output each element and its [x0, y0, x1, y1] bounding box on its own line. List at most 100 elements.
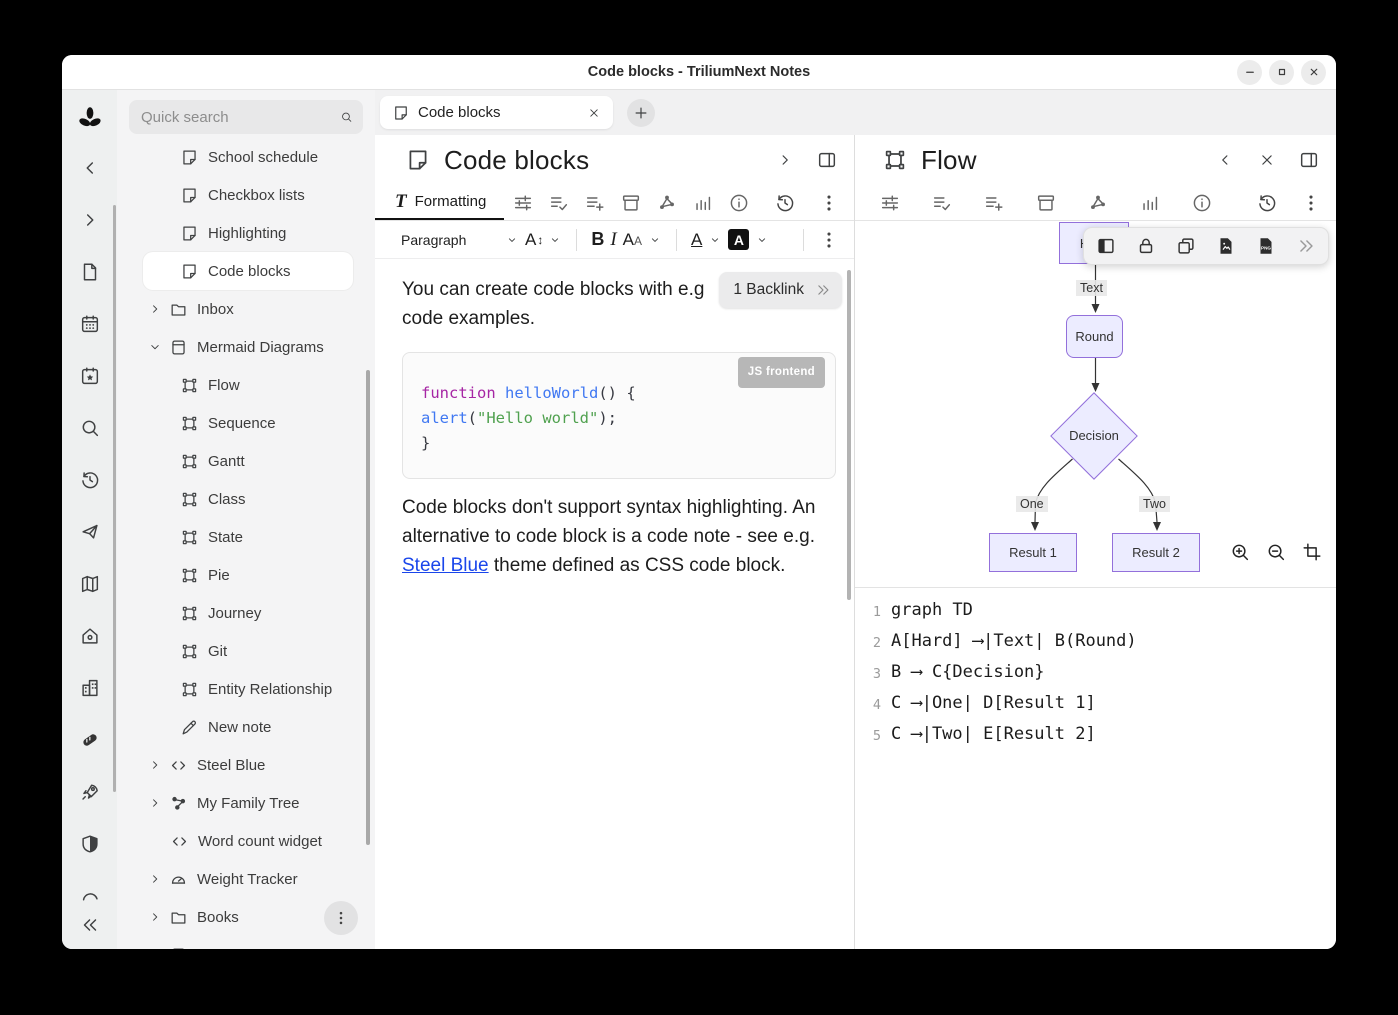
- text-case-dropdown[interactable]: AA: [623, 230, 662, 250]
- tree-actions-button[interactable]: [324, 901, 358, 935]
- tree-item-highlighting[interactable]: Highlighting: [143, 214, 353, 252]
- note-title[interactable]: Code blocks: [444, 145, 756, 176]
- tree-scrollbar[interactable]: [366, 370, 370, 845]
- inherited-attributes-button[interactable]: [584, 192, 606, 214]
- tree-item-steel-blue[interactable]: Steel Blue: [143, 746, 353, 784]
- owned-attributes-button[interactable]: [931, 192, 953, 214]
- background-color-dropdown[interactable]: A: [728, 229, 769, 250]
- expand-ribbon-button[interactable]: [772, 147, 798, 173]
- bold-button[interactable]: B: [591, 229, 604, 250]
- tree-item-gantt[interactable]: Gantt: [143, 442, 353, 480]
- launcher-scrollbar[interactable]: [113, 205, 116, 792]
- jump-forward-button[interactable]: [78, 208, 102, 232]
- font-color-dropdown[interactable]: A: [691, 230, 722, 250]
- quick-search[interactable]: [129, 100, 363, 134]
- chevron-right-icon[interactable]: [147, 948, 163, 949]
- node-result-2[interactable]: Result 2: [1112, 533, 1200, 572]
- maximize-button[interactable]: [1269, 60, 1294, 85]
- tab-code-blocks[interactable]: Code blocks: [380, 96, 613, 129]
- tree-item-my-family-tree[interactable]: My Family Tree: [143, 784, 353, 822]
- toolbar-expand-button[interactable]: [1295, 235, 1317, 257]
- note-info-button[interactable]: [1191, 192, 1213, 214]
- buildings-button[interactable]: [78, 676, 102, 700]
- note-map-button[interactable]: [656, 192, 678, 214]
- note-content[interactable]: You can create code blocks with e.g code…: [375, 259, 854, 949]
- tree-item-sequence[interactable]: Sequence: [143, 404, 353, 442]
- content-scrollbar[interactable]: [847, 270, 851, 600]
- tree-item-git[interactable]: Git: [143, 632, 353, 670]
- chevron-down-icon[interactable]: [147, 340, 163, 354]
- tree-item-state[interactable]: State: [143, 518, 353, 556]
- basic-properties-button[interactable]: [512, 192, 534, 214]
- backlink-button[interactable]: 1 Backlink: [719, 272, 842, 308]
- calendar-button[interactable]: [78, 312, 102, 336]
- chevron-right-icon[interactable]: [147, 758, 163, 772]
- new-note-button[interactable]: [78, 260, 102, 284]
- tree-item-word-count-widget[interactable]: Word count widget: [143, 822, 353, 860]
- lock-button[interactable]: [1135, 235, 1157, 257]
- close-pane-button[interactable]: [1254, 147, 1280, 173]
- node-result-1[interactable]: Result 1: [989, 533, 1077, 572]
- minimize-button[interactable]: [1237, 60, 1262, 85]
- toolbar-more-button[interactable]: [818, 229, 840, 251]
- note-menu-button[interactable]: [818, 192, 840, 214]
- revisions-button[interactable]: [1256, 192, 1278, 214]
- chevron-right-icon[interactable]: [147, 872, 163, 886]
- split-pane-button[interactable]: [1296, 147, 1322, 173]
- tab-close-icon[interactable]: [585, 104, 603, 122]
- send-button[interactable]: [78, 520, 102, 544]
- fit-to-screen-button[interactable]: [1301, 541, 1323, 563]
- revisions-button[interactable]: [774, 192, 796, 214]
- export-svg-button[interactable]: [1215, 235, 1237, 257]
- chevron-right-icon[interactable]: [147, 910, 163, 924]
- note-map-button[interactable]: [1087, 192, 1109, 214]
- search-button[interactable]: [78, 416, 102, 440]
- mermaid-title[interactable]: Flow: [921, 145, 1196, 176]
- note-menu-button[interactable]: [1300, 192, 1322, 214]
- tree-item-books[interactable]: Books: [143, 898, 353, 936]
- chevron-right-icon[interactable]: [147, 302, 163, 316]
- font-size-dropdown[interactable]: A↕: [525, 230, 562, 250]
- paragraph-style-dropdown[interactable]: Paragraph: [401, 232, 519, 248]
- close-button[interactable]: [1301, 60, 1326, 85]
- tree-item-weight-tracker[interactable]: Weight Tracker: [143, 860, 353, 898]
- new-tab-button[interactable]: [627, 99, 655, 127]
- tree-item-inbox[interactable]: Inbox: [143, 290, 353, 328]
- tree-item-checkbox-lists[interactable]: Checkbox lists: [143, 176, 353, 214]
- collapse-tree-button[interactable]: [78, 156, 102, 180]
- tree-item-statistics[interactable]: Statistics: [143, 936, 353, 949]
- mermaid-diagram[interactable]: Hard Text Round Decision One Two Result …: [855, 221, 1336, 587]
- tree-item-code-blocks[interactable]: Code blocks: [143, 252, 353, 290]
- tree-item-entity-relationship[interactable]: Entity Relationship: [143, 670, 353, 708]
- toggle-editor-panel-button[interactable]: [1095, 235, 1117, 257]
- italic-button[interactable]: I: [610, 229, 616, 251]
- node-round[interactable]: Round: [1066, 315, 1123, 358]
- move-pane-left-button[interactable]: [1212, 147, 1238, 173]
- quick-search-input[interactable]: [141, 109, 340, 126]
- similar-notes-button[interactable]: [1139, 192, 1161, 214]
- mermaid-source-editor[interactable]: 1graph TD 2A[Hard] ⟶|Text| B(Round) 3B ⟶…: [855, 587, 1336, 949]
- zoom-out-button[interactable]: [1265, 541, 1287, 563]
- tree-item-pie[interactable]: Pie: [143, 556, 353, 594]
- tab-formatting[interactable]: T Formatting: [375, 185, 504, 220]
- note-paths-button[interactable]: [1035, 192, 1057, 214]
- tree-item-flow[interactable]: Flow: [143, 366, 353, 404]
- recent-changes-button[interactable]: [78, 468, 102, 492]
- zoom-in-button[interactable]: [1229, 541, 1251, 563]
- rocket-button[interactable]: [78, 780, 102, 804]
- copy-image-button[interactable]: [1175, 235, 1197, 257]
- map-button[interactable]: [78, 572, 102, 596]
- tree-item-journey[interactable]: Journey: [143, 594, 353, 632]
- inherited-attributes-button[interactable]: [983, 192, 1005, 214]
- today-button[interactable]: [78, 364, 102, 388]
- note-paths-button[interactable]: [620, 192, 642, 214]
- basic-properties-button[interactable]: [879, 192, 901, 214]
- similar-notes-button[interactable]: [692, 192, 714, 214]
- tree-item-class[interactable]: Class: [143, 480, 353, 518]
- home-button[interactable]: [78, 624, 102, 648]
- split-pane-button[interactable]: [814, 147, 840, 173]
- steel-blue-link[interactable]: Steel Blue: [402, 555, 489, 576]
- chevron-right-icon[interactable]: [147, 796, 163, 810]
- tree-item-school-schedule[interactable]: School schedule: [143, 138, 353, 176]
- gauge-partial-button[interactable]: [78, 885, 102, 909]
